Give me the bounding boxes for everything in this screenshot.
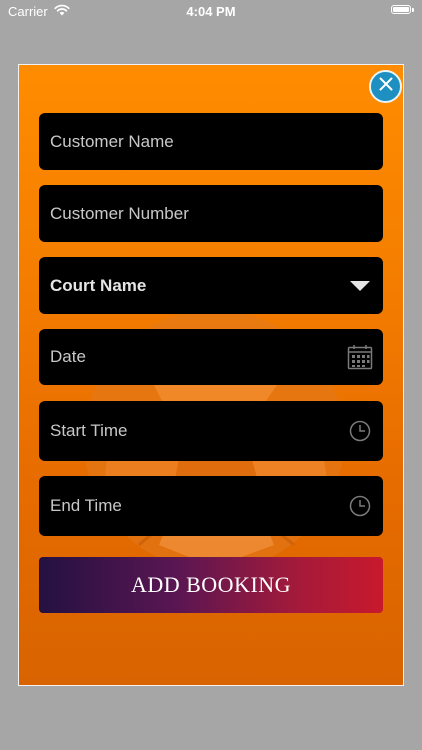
date-field[interactable]: Date xyxy=(39,329,383,385)
customer-number-field[interactable]: Customer Number xyxy=(39,185,383,242)
court-name-label: Court Name xyxy=(50,275,147,295)
customer-number-placeholder: Customer Number xyxy=(50,203,189,223)
clock-icon[interactable] xyxy=(346,492,374,520)
end-time-placeholder: End Time xyxy=(50,496,122,515)
status-bar: Carrier 4:04 PM xyxy=(0,0,422,22)
close-icon xyxy=(379,77,393,96)
customer-name-field[interactable]: Customer Name xyxy=(39,113,383,170)
dropdown-triangle-icon xyxy=(346,272,374,300)
end-time-field[interactable]: End Time xyxy=(39,476,383,536)
court-name-select[interactable]: Court Name xyxy=(39,257,383,314)
calendar-icon[interactable] xyxy=(346,343,374,371)
start-time-field[interactable]: Start Time xyxy=(39,401,383,461)
customer-name-placeholder: Customer Name xyxy=(50,131,174,151)
add-booking-button[interactable]: ADD BOOKING xyxy=(39,557,383,613)
close-button[interactable] xyxy=(369,70,402,103)
date-placeholder: Date xyxy=(50,347,86,366)
clock-icon[interactable] xyxy=(346,417,374,445)
battery-icon xyxy=(391,5,414,14)
start-time-placeholder: Start Time xyxy=(50,421,128,440)
status-time: 4:04 PM xyxy=(186,4,236,19)
